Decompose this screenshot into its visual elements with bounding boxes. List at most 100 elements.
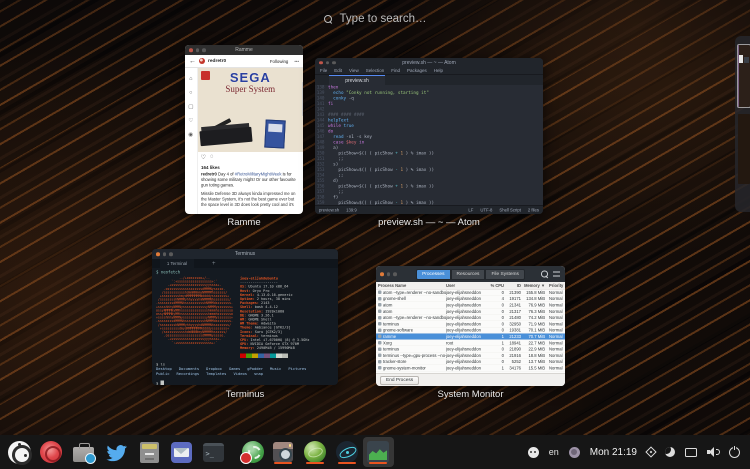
workspace-thumbnail-empty[interactable] (738, 114, 750, 184)
comment-icon: ◌ (210, 154, 214, 161)
bottom-panel: >_ en Mon 21:19 (0, 435, 750, 469)
process-table: Process NameUser% CPUIDMemory ▼Priority … (376, 282, 565, 373)
dock-app-ramme[interactable] (270, 439, 296, 465)
avatar (199, 58, 205, 64)
retro-camera-icon (273, 442, 293, 462)
window-label-system-monitor: System Monitor (376, 389, 565, 400)
window-label-ramme: Ramme (185, 217, 303, 228)
atom-logo-icon (336, 441, 358, 463)
running-indicator (369, 462, 387, 465)
sysmon-view-switcher: Processes Resources File Systems (416, 269, 525, 280)
system-tray: en Mon 21:19 (528, 435, 740, 469)
process-row: gnome-softwarejoey-elijahsneddon01938170… (376, 327, 565, 333)
process-row: terminusjoey-elijahsneddon02189022.9 MiB… (376, 346, 565, 352)
process-row: atomjoey-elijahsneddon02131776.3 MiBNorm… (376, 308, 565, 314)
search-icon (324, 15, 333, 24)
process-row: Xorgroot11894122.7 MiBNormal (376, 340, 565, 346)
sega-logo-text: SEGA (198, 70, 303, 85)
volume-icon[interactable] (707, 447, 719, 457)
night-light-icon[interactable] (665, 447, 675, 457)
file-cabinet-icon (140, 442, 159, 463)
display-icon[interactable] (685, 448, 697, 457)
console-image (199, 127, 252, 146)
process-row: gnome-system-monitorjoey-elijahsneddon13… (376, 365, 565, 371)
process-row: atom --type=renderer --no-sandbox —joey-… (376, 290, 565, 296)
end-process-button: End Process (380, 376, 419, 385)
atom-tab-bar: preview.sh (315, 75, 543, 85)
more-icon: ••• (294, 59, 299, 64)
indicator-applet-icon[interactable] (528, 447, 539, 458)
window-preview-ramme[interactable]: Ramme ← redretr0 Following ••• ⌂○▢♡◉ SEG… (185, 45, 303, 214)
dock-app-terminal[interactable]: >_ (200, 439, 226, 465)
ramme-username: redretr0 (208, 59, 226, 64)
post-caption-2: Missile Defense 3D always kinda impresse… (201, 191, 300, 207)
new-tab-icon: + (212, 261, 216, 267)
sysmon-bottom-bar: End Process (376, 373, 565, 386)
process-row: atom --type=renderer --no-sandbox —joey-… (376, 315, 565, 321)
search-bar[interactable]: Type to search… (0, 8, 750, 30)
atom-title: preview.sh — ~ — Atom (402, 60, 456, 66)
terminal-color-palette (240, 353, 334, 358)
dock-app-software-updater[interactable] (70, 439, 96, 465)
likes-count: 164 likes (201, 165, 300, 170)
workspace-switcher[interactable] (735, 36, 750, 212)
window-preview-system-monitor[interactable]: Processes Resources File Systems Process… (376, 266, 565, 386)
ls-output: DesktopDocumentsDropboxGamesgPodderMusic… (156, 366, 321, 376)
following-button: Following (270, 59, 289, 64)
running-indicator (338, 462, 356, 465)
clock[interactable]: Mon 21:19 (590, 447, 637, 458)
window-controls-icon (319, 61, 336, 65)
shell-prompt: $ neofetch (156, 270, 180, 275)
sysmon-headerbar: Processes Resources File Systems (376, 266, 565, 282)
window-controls-icon (380, 272, 397, 276)
dock-app-lollypop-music[interactable] (38, 439, 64, 465)
window-preview-terminus[interactable]: Terminus 1 Terminal + $ neofetch .-/+oos… (152, 249, 338, 385)
atom-status-bar: preview.sh139:9 LFUTF-8Shell Script2 fil… (315, 205, 543, 214)
dock-app-system-monitor[interactable] (365, 439, 391, 465)
dock-app-atom[interactable] (334, 439, 360, 465)
game-box-image (264, 119, 285, 148)
process-table-header: Process NameUser% CPUIDMemory ▼Priority (376, 282, 565, 290)
workspace-thumbnail-active[interactable] (738, 45, 750, 107)
status-badge-icon[interactable] (569, 447, 580, 458)
neofetch-system-info: joey-elijah@ubuntu------------------OS: … (240, 277, 310, 351)
search-placeholder: Type to search… (340, 13, 427, 25)
location-indicator-icon[interactable] (645, 446, 656, 457)
window-preview-atom[interactable]: preview.sh — ~ — Atom FileEditViewSelect… (315, 58, 543, 214)
envelope-icon (171, 442, 192, 463)
process-row: terminusjoey-elijahsneddon03295071.9 MiB… (376, 321, 565, 327)
dock-app-terminus[interactable] (302, 439, 328, 465)
terminal-cursor (161, 380, 165, 385)
dock-app-ubuntu-dash[interactable] (6, 439, 32, 465)
keyboard-layout-indicator[interactable]: en (549, 447, 559, 457)
green-sphere-icon (304, 441, 326, 463)
process-row: terminus --type=gpu-process --no-san…joe… (376, 352, 565, 358)
atom-code-editor: 138then139 echo "Conky not running, star… (315, 85, 543, 205)
post-caption: redretr0 Day 4 of #RetroMilitaryMightWee… (201, 172, 300, 188)
tab-processes: Processes (416, 269, 450, 280)
ramme-app-header: ← redretr0 Following ••• (185, 55, 303, 68)
running-indicator (306, 462, 324, 465)
dock-app-mail[interactable] (168, 439, 194, 465)
briefcase-update-icon (73, 447, 94, 462)
terminus-title: Terminus (235, 251, 255, 257)
window-controls-icon (189, 48, 206, 52)
ubuntu-logo-icon (8, 441, 31, 464)
tab-preview-sh: preview.sh (329, 75, 385, 85)
dock-app-files[interactable] (136, 439, 162, 465)
dock-app-twitter[interactable] (103, 439, 129, 465)
scrollbar (302, 82, 304, 116)
like-icon: ♡ (201, 154, 206, 161)
red-circle-app-icon (40, 441, 62, 463)
green-game-disc-icon (242, 441, 264, 463)
tab-resources: Resources (451, 269, 486, 280)
running-indicator (274, 462, 292, 465)
ramme-title: Ramme (235, 47, 253, 53)
window-label-terminus: Terminus (152, 389, 338, 400)
dock-app-games-emulator[interactable] (240, 439, 266, 465)
hashtag-link: #RetroMilitaryMightWeek (234, 172, 281, 177)
process-row: gnome-shelljoey-elijahsneddon419171134.8… (376, 296, 565, 302)
power-icon[interactable] (729, 447, 740, 458)
process-row: rammejoey-elijahsneddon12123370.7 MiBNor… (376, 334, 565, 340)
process-row: atomjoey-elijahsneddon02134176.9 MiBNorm… (376, 302, 565, 308)
